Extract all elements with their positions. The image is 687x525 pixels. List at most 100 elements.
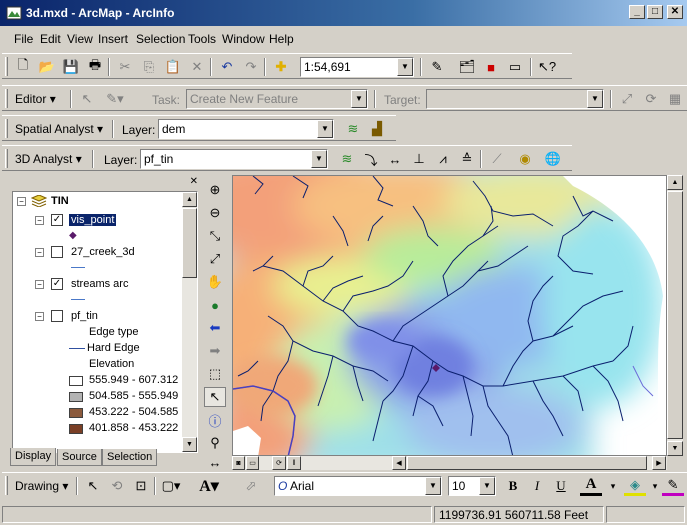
italic-button[interactable]: I (526, 476, 548, 496)
scroll-up-icon[interactable]: ▲ (182, 192, 197, 207)
chevron-down-icon[interactable]: ▾ (602, 476, 624, 496)
forward-extent-icon[interactable]: ➡ (204, 341, 226, 361)
toc-vertical-scrollbar[interactable]: ▲ ▼ (182, 192, 197, 452)
task-combo[interactable]: Create New Feature ▼ (186, 89, 368, 109)
line-color-icon[interactable]: ✎ (662, 476, 684, 496)
contour-icon[interactable]: ≋ (342, 119, 364, 139)
collapse-icon[interactable]: − (35, 280, 44, 289)
menu-window[interactable]: Window (222, 32, 265, 46)
layer-checkbox-pf-tin[interactable] (51, 310, 63, 322)
layout-view-icon[interactable]: ◙ (232, 456, 245, 470)
interpolate-line-icon[interactable]: ⩘ (432, 149, 454, 169)
close-button[interactable]: ✕ (667, 5, 683, 19)
font-color-button[interactable]: A (580, 476, 602, 496)
add-data-icon[interactable]: ✚ (270, 57, 292, 77)
scroll-down-icon[interactable]: ▼ (182, 437, 197, 452)
refresh-icon[interactable]: ⟳ (272, 456, 286, 470)
select-features-icon[interactable]: ⬚ (204, 364, 226, 384)
find-binoculars-icon[interactable]: ⚲ (204, 433, 226, 453)
collapse-icon[interactable]: − (35, 216, 44, 225)
edit-vertices-icon[interactable]: ⬀ (240, 476, 262, 496)
layer-checkbox-streams-arc[interactable]: ✓ (51, 278, 63, 290)
rotate-tool-icon[interactable]: ⟳ (640, 89, 662, 109)
scroll-thumb[interactable] (407, 456, 647, 470)
layer-name-27-creek-3d[interactable]: 27_creek_3d (71, 246, 135, 258)
whats-this-icon[interactable]: ↖? (536, 57, 558, 77)
scroll-thumb[interactable] (667, 191, 683, 439)
full-extent-icon[interactable]: ● (204, 295, 226, 315)
map-horizontal-scrollbar[interactable]: ◙ ▭ ⟳ ‖ ◀ ▶ (232, 456, 667, 470)
tab-display[interactable]: Display (10, 448, 57, 466)
identify-icon[interactable]: ⓘ (204, 410, 226, 430)
target-combo[interactable]: ▼ (426, 89, 604, 109)
edit-tool-icon[interactable]: ↖ (76, 89, 98, 109)
chevron-down-icon[interactable]: ▼ (587, 90, 603, 108)
minimize-button[interactable]: _ (629, 5, 645, 19)
menu-file[interactable]: File (14, 32, 33, 46)
chevron-down-icon[interactable]: ▼ (479, 477, 495, 495)
3d-analyst-menu-button[interactable]: 3D Analyst ▾ (15, 152, 82, 166)
toolbar-grip[interactable] (5, 119, 8, 138)
scroll-thumb[interactable] (182, 208, 197, 278)
sketch-tool-icon[interactable]: ✎▾ (104, 89, 126, 109)
profile-graph-icon[interactable]: ⟋ (486, 149, 508, 169)
command-line-icon[interactable]: ▭ (504, 57, 526, 77)
toolbar-grip[interactable] (5, 149, 8, 168)
scroll-down-icon[interactable]: ▼ (667, 441, 683, 456)
maximize-button[interactable]: □ (647, 5, 663, 19)
map-scale-combo[interactable]: 1:54,691 ▼ (300, 57, 414, 77)
measure-icon[interactable]: ↔ (204, 455, 226, 470)
drawing-menu-button[interactable]: Drawing ▾ (15, 479, 68, 493)
toolbar-grip[interactable] (5, 476, 8, 495)
select-elements-icon[interactable]: ↖ (82, 476, 104, 496)
open-folder-icon[interactable]: 📂 (36, 57, 58, 77)
collapse-icon[interactable]: − (35, 312, 44, 321)
cut-icon[interactable]: ✂ (114, 57, 136, 77)
menu-insert[interactable]: Insert (98, 32, 128, 46)
print-icon[interactable]: 🖶 (84, 57, 106, 77)
map-canvas[interactable] (233, 176, 667, 456)
editor-toolbar-icon[interactable]: ✎ (426, 57, 448, 77)
font-combo[interactable]: O Arial ▼ (274, 476, 442, 496)
attributes-icon[interactable]: ▦ (664, 89, 686, 109)
line-of-sight-icon[interactable]: ↔ (384, 149, 406, 169)
data-view-icon[interactable]: ▭ (246, 456, 259, 470)
undo-icon[interactable]: ↶ (216, 57, 238, 77)
contour-icon[interactable]: ≋ (336, 149, 358, 169)
steepest-path-icon[interactable]: ⤵ (360, 149, 382, 169)
pan-hand-icon[interactable]: ✋ (204, 272, 226, 292)
chevron-down-icon[interactable]: ▼ (351, 90, 367, 108)
histogram-icon[interactable]: ▟ (366, 119, 388, 139)
layer-name-vis-point[interactable]: vis_point (69, 214, 117, 226)
chevron-down-icon[interactable]: ▼ (397, 58, 413, 76)
arccatalog-icon[interactable]: 🗂 (456, 57, 478, 77)
layer-name-streams-arc[interactable]: streams arc (71, 278, 128, 290)
new-document-icon[interactable]: 🗋 (12, 57, 34, 77)
rectangle-tool-icon[interactable]: ▢▾ (160, 476, 182, 496)
fixed-zoom-in-icon[interactable]: ⤡ (204, 226, 226, 246)
collapse-icon[interactable]: − (35, 248, 44, 257)
layer-name-pf-tin[interactable]: pf_tin (71, 310, 98, 322)
menu-view[interactable]: View (67, 32, 93, 46)
redo-icon[interactable]: ↷ (240, 57, 262, 77)
select-elements-icon[interactable]: ↖ (204, 387, 226, 407)
menu-help[interactable]: Help (269, 32, 294, 46)
close-icon[interactable]: ✕ (190, 176, 198, 187)
menu-selection[interactable]: Selection (136, 32, 185, 46)
interpolate-point-icon[interactable]: ⊥ (408, 149, 430, 169)
chevron-down-icon[interactable]: ▼ (311, 150, 327, 168)
interpolate-polygon-icon[interactable]: ≙ (456, 149, 478, 169)
3d-layer-combo[interactable]: pf_tin ▼ (140, 149, 328, 169)
arcscene-icon[interactable]: ◉ (514, 149, 536, 169)
editor-menu-button[interactable]: Editor ▾ (15, 92, 56, 106)
arctoolbox-icon[interactable]: ■ (480, 57, 502, 77)
collapse-icon[interactable]: − (17, 197, 26, 206)
copy-icon[interactable]: ⎘ (138, 57, 160, 77)
zoom-to-selected-icon[interactable]: ⊡ (130, 476, 152, 496)
scroll-left-icon[interactable]: ◀ (392, 456, 406, 470)
scroll-right-icon[interactable]: ▶ (652, 456, 666, 470)
zoom-in-icon[interactable]: ⊕ (204, 180, 226, 200)
spatial-layer-combo[interactable]: dem ▼ (158, 119, 334, 139)
toolbar-grip[interactable] (5, 57, 8, 76)
menu-tools[interactable]: Tools (188, 32, 216, 46)
